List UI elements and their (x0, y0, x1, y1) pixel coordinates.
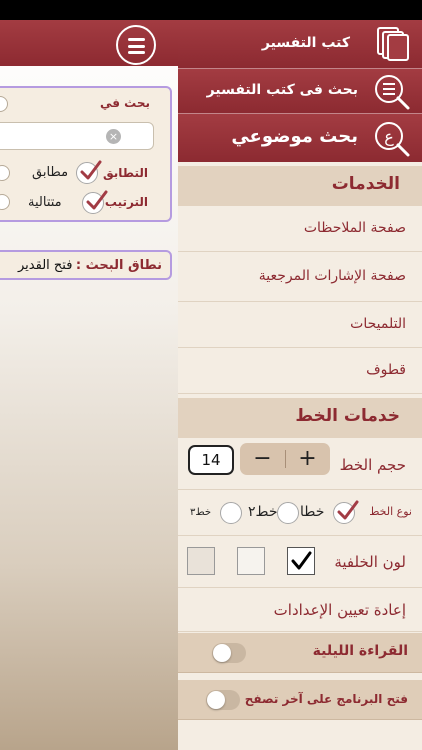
bg-swatch-white[interactable] (287, 547, 315, 575)
hamburger-menu-icon[interactable] (116, 25, 156, 65)
font-services-section-header: خدمات الخط (178, 398, 422, 438)
bg-swatch-beige[interactable] (187, 547, 215, 575)
status-bar (0, 0, 422, 20)
menu-item-bookmarks-page[interactable]: صفحة الإشارات المرجعية (178, 252, 422, 302)
section-title: خدمات الخط (295, 406, 400, 426)
clear-icon[interactable]: × (106, 129, 121, 144)
checkmark-icon[interactable] (76, 160, 102, 184)
bg-swatch-light[interactable] (237, 547, 265, 575)
night-reading-row: القراءة الليلية (178, 633, 422, 673)
menu-item-topic-search[interactable]: بحث موضوعي ع (178, 114, 422, 162)
menu-item-label: صفحة الإشارات المرجعية (258, 268, 406, 284)
reset-settings-label: إعادة تعيين الإعدادات (273, 601, 406, 619)
books-icon (377, 27, 409, 61)
font-type-1-radio[interactable] (333, 500, 359, 524)
open-last-row: فتح البرنامج على آخر تصفح (178, 680, 422, 720)
font-type-1-label: خطا (300, 504, 325, 520)
font-type-label: نوع الخط (369, 505, 412, 518)
font-size-row: حجم الخط 14 − + (178, 440, 422, 490)
svg-text:ع: ع (384, 127, 394, 147)
font-size-label: حجم الخط (339, 456, 406, 474)
menu-item-label: صفحة الملاحظات (303, 220, 406, 236)
reset-settings-row[interactable]: إعادة تعيين الإعدادات (178, 588, 422, 632)
toggle-knob (207, 691, 225, 709)
menu-item-label: بحث فى كتب التفسير (206, 82, 358, 98)
menu-item-label: التلميحات (350, 316, 406, 332)
search-options-box: بحث في × مطابق التطابق متتالية الترتيب (0, 86, 172, 222)
search-in-radio[interactable] (0, 96, 8, 112)
section-title: الخدمات (331, 174, 400, 194)
night-reading-toggle[interactable] (212, 643, 246, 663)
match-radio-alt[interactable] (0, 165, 10, 181)
services-section-header: الخدمات (178, 166, 422, 206)
main-panel: بحث في × مطابق التطابق متتالية الترتيب ف… (0, 20, 178, 750)
font-type-3-radio[interactable] (220, 502, 242, 524)
checkmark-icon[interactable] (82, 190, 108, 214)
search-scope-bar[interactable]: فتح القدير نطاق البحث : (0, 250, 172, 280)
menu-item-tafsir-books[interactable]: كتب التفسير (178, 20, 422, 68)
order-radio-alt[interactable] (0, 194, 10, 210)
scope-label: نطاق البحث : (75, 258, 162, 273)
menu-item-notes-page[interactable]: صفحة الملاحظات (178, 206, 422, 252)
menu-item-search-tafsir[interactable]: بحث فى كتب التفسير (178, 69, 422, 113)
menu-item-label: قطوف (366, 362, 406, 378)
match-option-label: مطابق (32, 165, 69, 180)
menu-item-qutuf[interactable]: قطوف (178, 348, 422, 394)
open-last-label: فتح البرنامج على آخر تصفح (244, 692, 408, 706)
scope-value: فتح القدير (18, 258, 73, 273)
menu-item-label: كتب التفسير (261, 35, 350, 51)
font-size-value: 14 (188, 445, 234, 475)
side-menu: كتب التفسير بحث فى كتب التفسير بحث موضوع… (178, 20, 422, 750)
night-reading-label: القراءة الليلية (312, 643, 408, 659)
search-list-icon (375, 75, 410, 110)
topic-search-icon: ع (375, 122, 410, 157)
font-type-3-label: خط٣ (190, 507, 212, 518)
match-label: التطابق (102, 166, 148, 180)
menu-item-hints[interactable]: التلميحات (178, 302, 422, 348)
bg-color-row: لون الخلفية (178, 536, 422, 588)
order-option-label: متتالية (28, 195, 62, 210)
font-type-2-label: خط٢ (248, 504, 278, 520)
main-header (0, 20, 178, 66)
menu-item-label: بحث موضوعي (231, 126, 358, 147)
increase-font-button[interactable]: + (285, 443, 330, 475)
open-last-toggle[interactable] (206, 690, 240, 710)
font-type-2-radio[interactable] (277, 502, 299, 524)
font-type-row: نوع الخط خطا خط٢ خط٣ (178, 490, 422, 536)
bg-color-label: لون الخلفية (334, 553, 406, 571)
search-input[interactable] (0, 122, 154, 150)
font-size-stepper: − + (240, 443, 330, 475)
search-in-label: بحث في (99, 96, 150, 110)
decrease-font-button[interactable]: − (240, 443, 285, 475)
toggle-knob (213, 644, 231, 662)
order-label: الترتيب (104, 195, 148, 209)
